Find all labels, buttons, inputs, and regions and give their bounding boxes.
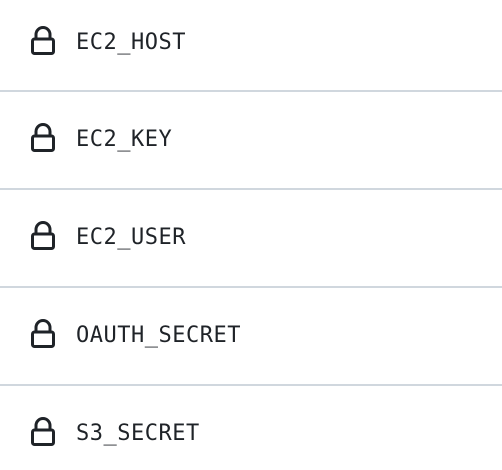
lock-icon <box>30 26 56 56</box>
secret-row-ec2-host[interactable]: EC2_HOST <box>0 0 502 92</box>
secret-name: S3_SECRET <box>76 421 200 446</box>
lock-icon <box>30 417 56 447</box>
secret-row-s3-secret[interactable]: S3_SECRET <box>0 386 502 470</box>
secret-name: OAUTH_SECRET <box>76 323 241 348</box>
secret-row-oauth-secret[interactable]: OAUTH_SECRET <box>0 288 502 386</box>
secret-row-ec2-user[interactable]: EC2_USER <box>0 190 502 288</box>
secret-name: EC2_HOST <box>76 30 186 55</box>
lock-icon <box>30 221 56 251</box>
lock-icon <box>30 123 56 153</box>
secret-name: EC2_KEY <box>76 127 173 152</box>
secret-name: EC2_USER <box>76 225 186 250</box>
secrets-list: EC2_HOST EC2_KEY EC2_USER OAUTH_SECRET S… <box>0 0 502 470</box>
lock-icon <box>30 319 56 349</box>
secret-row-ec2-key[interactable]: EC2_KEY <box>0 92 502 190</box>
